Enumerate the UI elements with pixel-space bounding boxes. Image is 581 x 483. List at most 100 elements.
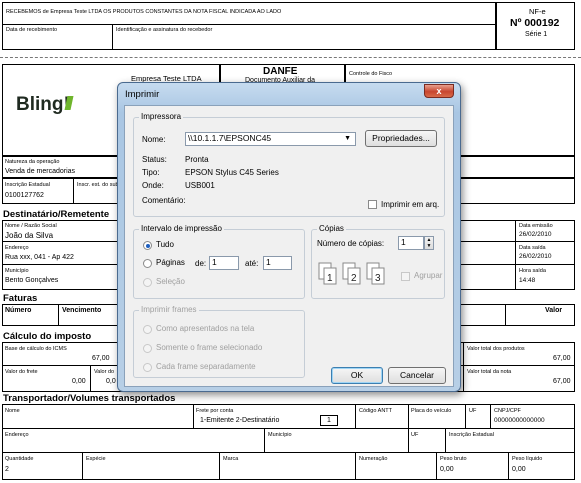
frame-option-3-label: Cada frame separadamente bbox=[156, 362, 256, 371]
transp-numeracao-label: Numeração bbox=[359, 456, 388, 462]
transp-antt-label: Código ANTT bbox=[359, 408, 393, 414]
transp-uf-label: UF bbox=[469, 408, 477, 414]
copies-count-value: 1 bbox=[401, 237, 406, 247]
printer-group-title: Impressora bbox=[139, 112, 184, 122]
range-all-label: Tudo bbox=[156, 240, 174, 249]
range-selection-radio[interactable] bbox=[143, 278, 152, 287]
section-destinatario: Destinatário/Remetente bbox=[3, 209, 110, 220]
exit-date-value: 26/02/2010 bbox=[519, 253, 552, 260]
printer-select[interactable]: \\10.1.1.7\EPSONC45 ▼ bbox=[185, 132, 356, 146]
dialog-body: Impressora Nome: \\10.1.1.7\EPSONC45 ▼ P… bbox=[124, 105, 454, 387]
type-value: EPSON Stylus C45 Series bbox=[185, 168, 279, 177]
transp-peso-bruto-label: Peso bruto bbox=[440, 456, 467, 462]
range-selection-label: Seleção bbox=[156, 277, 185, 286]
frete-value-label: Valor do frete bbox=[5, 369, 38, 375]
transp-qty-value: 2 bbox=[5, 466, 9, 473]
close-button[interactable]: x bbox=[424, 84, 454, 98]
svg-text:2: 2 bbox=[351, 273, 357, 284]
dest-address-label: Endereço bbox=[5, 245, 29, 251]
type-label: Tipo: bbox=[142, 168, 160, 177]
emission-date-value: 26/02/2010 bbox=[519, 231, 552, 238]
transp-qty-label: Quantidade bbox=[5, 456, 34, 462]
transp-cnpj-value: 00000000000000 bbox=[494, 417, 545, 424]
section-faturas: Faturas bbox=[3, 293, 38, 304]
transp-peso-bruto-value: 0,00 bbox=[440, 466, 454, 473]
transp-marca-label: Marca bbox=[223, 456, 239, 462]
svg-text:3: 3 bbox=[375, 273, 381, 284]
dest-address-value: Rua xxx, 041 - Ap 422 bbox=[5, 254, 74, 261]
copies-count-label: Número de cópias: bbox=[317, 239, 385, 248]
frames-group-title: Imprimir frames bbox=[139, 305, 199, 315]
close-icon: x bbox=[436, 86, 442, 96]
where-value: USB001 bbox=[185, 181, 215, 190]
range-from-input[interactable]: 1 bbox=[209, 256, 239, 270]
ie-value: 0100127762 bbox=[5, 192, 44, 199]
natureza-label: Natureza da operação bbox=[5, 159, 60, 165]
fatura-valor-header: Valor bbox=[545, 307, 563, 314]
frame-option-1-radio[interactable] bbox=[143, 325, 152, 334]
transp-ie-label: Inscrição Estadual bbox=[449, 432, 494, 438]
natureza-value: Venda de mercadorias bbox=[5, 168, 76, 175]
properties-button-label: Propriedades... bbox=[372, 133, 430, 143]
range-to-input[interactable]: 1 bbox=[263, 256, 292, 270]
valor-do-value: 0,0 bbox=[106, 378, 116, 385]
print-to-file-checkbox[interactable] bbox=[368, 200, 377, 209]
frame-option-1-label: Como apresentados na tela bbox=[156, 324, 255, 333]
frame-option-2-label: Somente o frame selecionado bbox=[156, 343, 263, 352]
ok-button-label: OK bbox=[350, 370, 364, 380]
nfe-label: NF-e bbox=[529, 7, 546, 16]
printer-select-value: \\10.1.1.7\EPSONC45 bbox=[188, 133, 272, 143]
svg-text:1: 1 bbox=[327, 273, 333, 284]
frame-option-2-radio[interactable] bbox=[143, 344, 152, 353]
comment-label: Comentário: bbox=[142, 196, 186, 205]
transp-uf2-label: UF bbox=[411, 432, 419, 438]
range-to-value: 1 bbox=[266, 257, 271, 267]
transp-city-label: Município bbox=[268, 432, 292, 438]
copies-group-title: Cópias bbox=[317, 224, 346, 234]
fatura-numero-header: Número bbox=[5, 307, 32, 314]
cancel-button-label: Cancelar bbox=[399, 370, 435, 380]
exit-date-label: Data saída bbox=[519, 245, 546, 251]
total-nota-label: Valor total da nota bbox=[467, 369, 512, 375]
transp-peso-liquido-value: 0,00 bbox=[512, 466, 526, 473]
frame-option-3-radio[interactable] bbox=[143, 363, 152, 372]
dialog-title: Imprimir bbox=[125, 89, 160, 100]
copies-spinner[interactable]: ▲ ▼ bbox=[424, 236, 434, 250]
range-all-radio[interactable] bbox=[143, 241, 152, 250]
printer-name-label: Nome: bbox=[142, 135, 166, 144]
receipt-text: RECEBEMOS de Empresa Teste LTDA OS PRODU… bbox=[6, 9, 282, 15]
fisco-label: Controle do Fisco bbox=[349, 71, 393, 77]
transp-frete-box: 1 bbox=[320, 415, 338, 426]
copies-count-input[interactable]: 1 bbox=[398, 236, 424, 250]
range-pages-radio[interactable] bbox=[143, 259, 152, 268]
transp-frete-box-value: 1 bbox=[327, 417, 331, 424]
transp-peso-liquido-label: Peso líquido bbox=[512, 456, 543, 462]
status-label: Status: bbox=[142, 155, 167, 164]
chevron-down-icon: ▼ bbox=[344, 135, 351, 142]
dest-name-value: João da Silva bbox=[5, 231, 54, 240]
transp-cnpj-label: CNPJ/CPF bbox=[494, 408, 521, 414]
properties-button[interactable]: Propriedades... bbox=[365, 130, 437, 147]
print-to-file-label: Imprimir em arq. bbox=[381, 200, 440, 209]
emission-date-label: Data emissão bbox=[519, 223, 553, 229]
total-produtos-label: Valor total dos produtos bbox=[467, 346, 525, 352]
nfe-number: Nº 000192 bbox=[510, 17, 560, 29]
spin-down-icon[interactable]: ▼ bbox=[425, 243, 433, 249]
transp-address-label: Endereço bbox=[5, 432, 29, 438]
collate-checkbox[interactable] bbox=[401, 272, 410, 281]
range-pages-label: Páginas bbox=[156, 258, 185, 267]
collate-label: Agrupar bbox=[414, 271, 443, 280]
status-value: Pronta bbox=[185, 155, 209, 164]
collate-pages-icon: 1 2 3 bbox=[318, 259, 393, 289]
total-nota-value: 67,00 bbox=[553, 378, 571, 385]
nfe-serie: Série 1 bbox=[525, 31, 548, 38]
range-to-label: até: bbox=[245, 259, 259, 268]
ok-button[interactable]: OK bbox=[331, 367, 383, 384]
frete-value: 0,00 bbox=[72, 378, 86, 385]
transp-especie-label: Espécie bbox=[86, 456, 106, 462]
total-produtos-value: 67,00 bbox=[553, 355, 571, 362]
cancel-button[interactable]: Cancelar bbox=[388, 367, 446, 384]
transp-placa-label: Placa do veículo bbox=[411, 408, 452, 414]
exit-time-value: 14:48 bbox=[519, 277, 536, 284]
fatura-vencimento-header: Vencimento bbox=[62, 307, 102, 314]
